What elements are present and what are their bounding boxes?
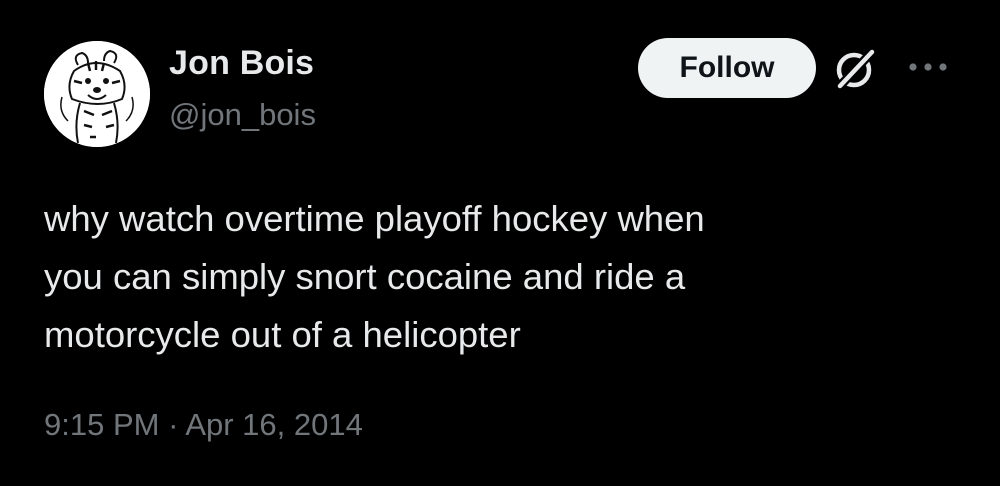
tweet-text-line: why watch overtime playoff hockey when <box>44 198 705 239</box>
tweet-text-line: motorcycle out of a helicopter <box>44 314 521 355</box>
timestamp-separator: · <box>168 407 179 442</box>
tweet-text: why watch overtime playoff hockey when y… <box>44 190 944 364</box>
author-handle[interactable]: @jon_bois <box>169 97 316 133</box>
avatar[interactable] <box>44 41 150 147</box>
tweet-time[interactable]: 9:15 PM <box>44 407 159 442</box>
author-display-name[interactable]: Jon Bois <box>169 44 314 83</box>
tweet-text-line: you can simply snort cocaine and ride a <box>44 256 686 297</box>
tweet-card: Jon Bois @jon_bois Follow why watch over… <box>0 0 1000 486</box>
follow-button[interactable]: Follow <box>638 38 816 98</box>
grok-slash-icon[interactable] <box>832 46 878 92</box>
more-dots-icon[interactable] <box>905 54 951 80</box>
tweet-timestamp[interactable]: 9:15 PM · Apr 16, 2014 <box>44 407 363 443</box>
tweet-date[interactable]: Apr 16, 2014 <box>185 407 363 442</box>
avatar-tiger-image <box>44 41 150 147</box>
